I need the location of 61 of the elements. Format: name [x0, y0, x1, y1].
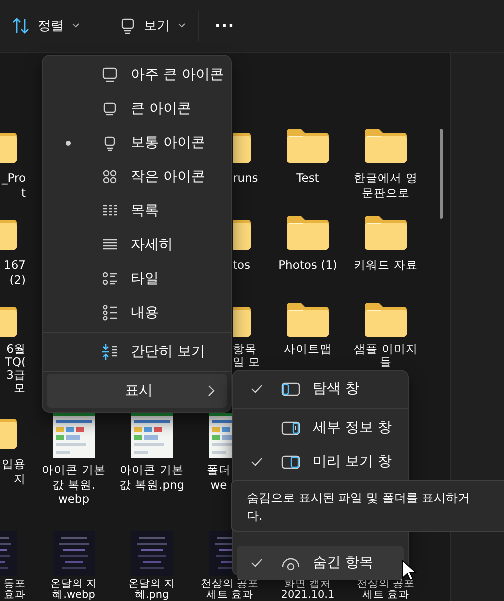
file-name: Photos (1) — [278, 258, 338, 272]
pane-icon — [281, 380, 301, 398]
folder-icon[interactable] — [285, 301, 331, 338]
file-name: 사이트맵 — [284, 343, 332, 356]
check-icon — [251, 558, 263, 568]
content-icon — [101, 304, 119, 322]
file-name: 입용 지 — [2, 457, 26, 486]
tooltip-text: 숨김으로 표시된 파일 및 폴더를 표시하거 다. — [247, 490, 472, 525]
file-name: 한글에서 영 문판으로 — [354, 171, 418, 200]
menu-item[interactable]: 목록 — [47, 194, 227, 228]
menu-item[interactable]: 내용 — [47, 296, 227, 330]
menu-item[interactable]: 미리 보기 창 — [237, 445, 404, 479]
file-name: 폴더 we — [207, 463, 231, 492]
compact-view-icon — [101, 343, 119, 361]
file-name: 아이콘 기본 값 복원.png — [119, 463, 185, 492]
file-name: 항목 일 모 — [233, 343, 261, 369]
view-button[interactable]: 보기 — [114, 9, 192, 43]
sort-icon — [12, 17, 30, 35]
menu-item[interactable]: 작은 아이콘 — [47, 160, 227, 194]
menu-item[interactable]: 아주 큰 아이콘 — [47, 58, 227, 92]
monitor-icon — [101, 66, 119, 84]
check-icon — [251, 384, 263, 394]
pane-icon — [281, 419, 301, 437]
file-name: runs — [233, 171, 258, 186]
tiles-icon — [101, 270, 119, 288]
menu-item[interactable]: 보통 아이콘 — [47, 126, 227, 160]
menu-item[interactable]: 표시 — [47, 374, 227, 408]
more-button[interactable]: ··· — [205, 9, 246, 43]
file-name: 온달의 지 혜.png — [128, 579, 176, 601]
folder-icon[interactable] — [363, 301, 409, 338]
file-name: 샘플 이미지 들 — [354, 343, 418, 369]
chevron-icon — [207, 385, 215, 397]
file-name: 키워드 자료 — [354, 258, 418, 272]
folder-icon[interactable] — [363, 214, 409, 251]
menu-item[interactable]: 큰 아이콘 — [47, 92, 227, 126]
file-name: _Pro t — [2, 171, 26, 200]
scrollbar[interactable] — [440, 129, 443, 219]
file-name: 아이콘 기본 값 복원. webp — [42, 463, 106, 506]
caret-icon — [178, 23, 186, 29]
file-name: Test — [296, 171, 320, 186]
folder-icon[interactable] — [285, 127, 331, 164]
menu-item[interactable]: 숨긴 항목 — [237, 546, 404, 580]
monitor-icon — [120, 17, 136, 35]
menu-item[interactable]: 탐색 창 — [237, 372, 404, 406]
folder-icon[interactable] — [285, 214, 331, 251]
menu-item[interactable]: 타일 — [47, 262, 227, 296]
file-name: 6월 TQ( 3급 모 — [5, 343, 26, 395]
file-name: 동포 효과 — [4, 579, 26, 601]
file-name: tos — [233, 258, 251, 272]
menu-item[interactable]: 간단히 보기 — [47, 335, 227, 369]
file-name: 167 (2) — [4, 258, 26, 287]
check-icon — [251, 457, 263, 467]
monitor-icon — [101, 100, 119, 118]
pane-icon — [281, 453, 301, 471]
sort-button[interactable]: 정렬 — [6, 9, 86, 43]
file-name: 온달의 지 혜.webp — [50, 579, 98, 601]
grid-icon — [101, 168, 119, 186]
menu-item[interactable]: 세부 정보 창 — [237, 411, 404, 445]
menu-item[interactable]: 자세히 — [47, 228, 227, 262]
caret-icon — [72, 23, 80, 29]
folder-icon[interactable] — [363, 127, 409, 164]
